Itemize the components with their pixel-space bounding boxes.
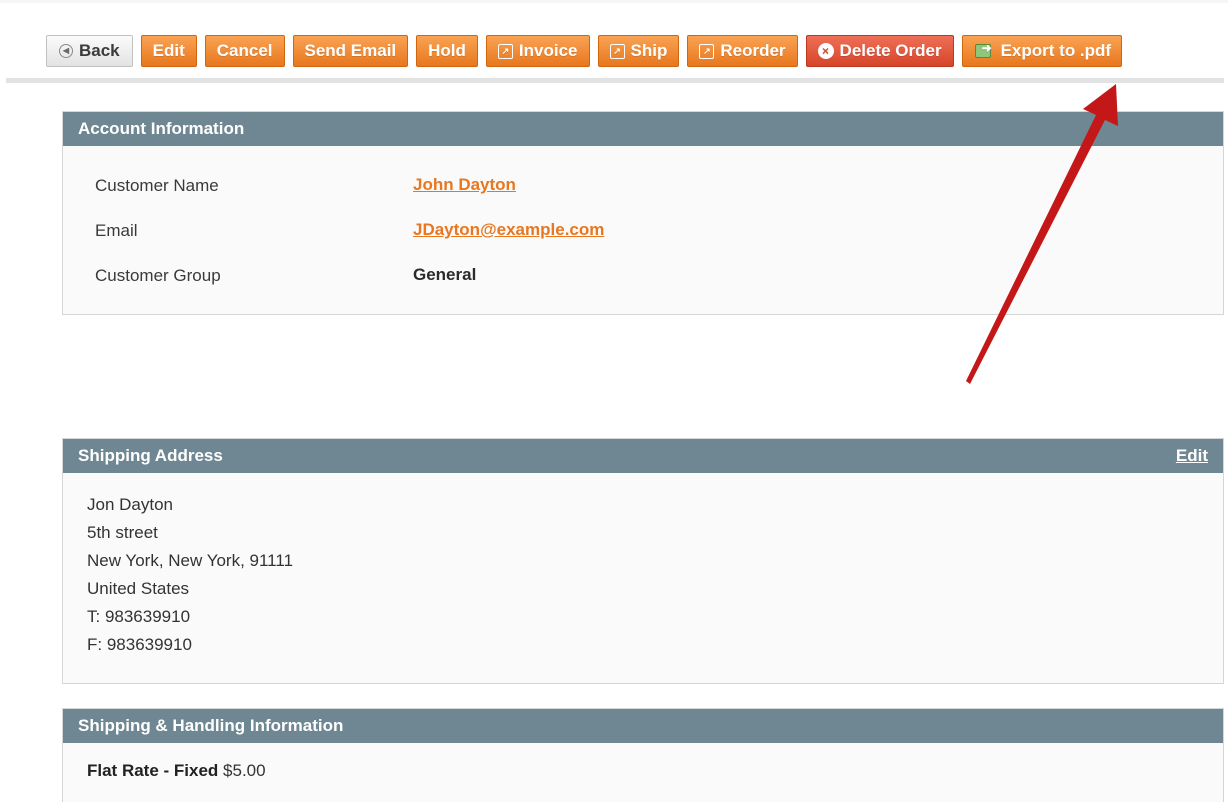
customer-group-value: General (413, 265, 477, 284)
shipping-address-title: Shipping Address (78, 446, 223, 465)
toolbar-divider (6, 78, 1224, 83)
shipping-handling-title: Shipping & Handling Information (78, 716, 344, 735)
document-icon: ↗ (497, 43, 513, 59)
document-icon: ↗ (609, 43, 625, 59)
hold-button[interactable]: Hold (416, 35, 478, 67)
export-pdf-button-label: Export to .pdf (1000, 41, 1112, 60)
shipping-address-section: Shipping Address Edit Jon Dayton 5th str… (62, 438, 1224, 684)
back-button-label: Back (79, 41, 120, 60)
email-link[interactable]: JDayton@example.com (413, 220, 604, 240)
top-edge (0, 0, 1228, 3)
document-icon: ↗ (699, 43, 715, 59)
address-line: United States (87, 579, 190, 598)
customer-name-label: Customer Name (95, 176, 219, 195)
cancel-button-label: Cancel (216, 41, 273, 60)
address-line: T: 983639910 (87, 607, 191, 626)
close-circle-icon: × (817, 43, 834, 59)
shipping-address-header: Shipping Address Edit (63, 439, 1223, 473)
shipping-handling-header: Shipping & Handling Information (63, 709, 1223, 743)
export-sheet-icon: ➜ (974, 42, 995, 59)
account-information-title: Account Information (78, 119, 245, 138)
back-button[interactable]: ◀ Back (46, 35, 133, 67)
address-line: 5th street (87, 523, 158, 542)
edit-button-label: Edit (152, 41, 185, 60)
export-pdf-button[interactable]: ➜ Export to .pdf (961, 35, 1123, 67)
account-information-header: Account Information (63, 112, 1223, 146)
ship-button-label: Ship (630, 41, 668, 60)
address-line: New York, New York, 91111 (87, 551, 294, 570)
order-action-toolbar: ◀ Back Edit Cancel Send Email Hold ↗ Inv… (46, 35, 1123, 67)
email-label: Email (95, 221, 138, 240)
address-line: Jon Dayton (87, 495, 173, 514)
delete-order-button-label: Delete Order (839, 41, 942, 60)
cancel-button[interactable]: Cancel (204, 35, 285, 67)
send-email-button[interactable]: Send Email (292, 35, 409, 67)
back-circle-icon: ◀ (59, 44, 73, 58)
reorder-button-label: Reorder (720, 41, 786, 60)
account-information-section: Account Information Customer Name John D… (62, 111, 1224, 315)
address-line: F: 983639910 (87, 635, 192, 654)
shipping-method-price: $5.00 (223, 761, 266, 780)
edit-button[interactable]: Edit (140, 35, 197, 67)
shipping-address-edit-link[interactable]: Edit (1176, 446, 1208, 466)
invoice-button-label: Invoice (518, 41, 578, 60)
delete-order-button[interactable]: × Delete Order (805, 35, 954, 67)
ship-button[interactable]: ↗ Ship (597, 35, 680, 67)
invoice-button[interactable]: ↗ Invoice (485, 35, 590, 67)
reorder-button[interactable]: ↗ Reorder (687, 35, 798, 67)
shipping-handling-section: Shipping & Handling Information Flat Rat… (62, 708, 1224, 802)
shipping-method-name: Flat Rate - Fixed (87, 761, 219, 780)
hold-button-label: Hold (428, 41, 466, 60)
send-email-button-label: Send Email (304, 41, 397, 60)
customer-group-label: Customer Group (95, 266, 221, 285)
shipping-address-block: Jon Dayton 5th street New York, New York… (87, 491, 293, 659)
shipping-method-line: Flat Rate - Fixed $5.00 (87, 761, 266, 781)
customer-name-link[interactable]: John Dayton (413, 175, 516, 195)
